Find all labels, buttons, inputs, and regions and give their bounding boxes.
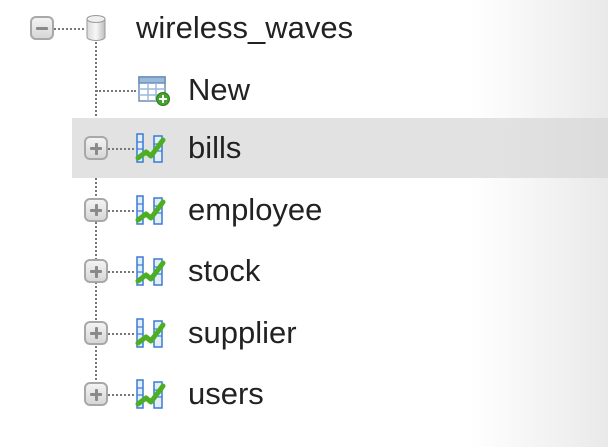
table-name[interactable]: employee <box>188 194 322 225</box>
table-icon[interactable] <box>134 194 166 226</box>
database-name[interactable]: wireless_waves <box>136 12 353 43</box>
tree-connector-horizontal <box>108 394 134 396</box>
table-icon[interactable] <box>134 132 166 164</box>
table-name[interactable]: stock <box>188 255 260 286</box>
tree-connector-horizontal <box>96 90 136 92</box>
table-name[interactable]: users <box>188 378 264 409</box>
expand-toggle-icon[interactable] <box>84 382 108 406</box>
tree-connector-horizontal <box>108 271 134 273</box>
new-table-icon[interactable] <box>138 74 170 106</box>
database-icon <box>86 15 106 41</box>
collapse-toggle-icon[interactable] <box>30 16 54 40</box>
expand-toggle-icon[interactable] <box>84 259 108 283</box>
expand-toggle-icon[interactable] <box>84 320 108 345</box>
tree-connector-vertical <box>95 42 97 404</box>
table-icon[interactable] <box>134 255 166 287</box>
table-icon[interactable] <box>134 317 166 349</box>
tree-connector-horizontal <box>108 209 134 212</box>
expand-toggle-icon[interactable] <box>84 197 108 222</box>
navigation-tree-panel: wireless_waves New bills employee stock sup… <box>0 0 608 447</box>
table-icon[interactable] <box>134 378 166 410</box>
tree-connector-horizontal <box>108 148 134 150</box>
tree-connector-horizontal <box>108 332 134 335</box>
tree-connector-horizontal <box>54 28 84 30</box>
table-name[interactable]: bills <box>188 132 241 163</box>
new-item-label[interactable]: New <box>188 74 250 105</box>
expand-toggle-icon[interactable] <box>84 136 108 160</box>
table-name[interactable]: supplier <box>188 317 297 348</box>
